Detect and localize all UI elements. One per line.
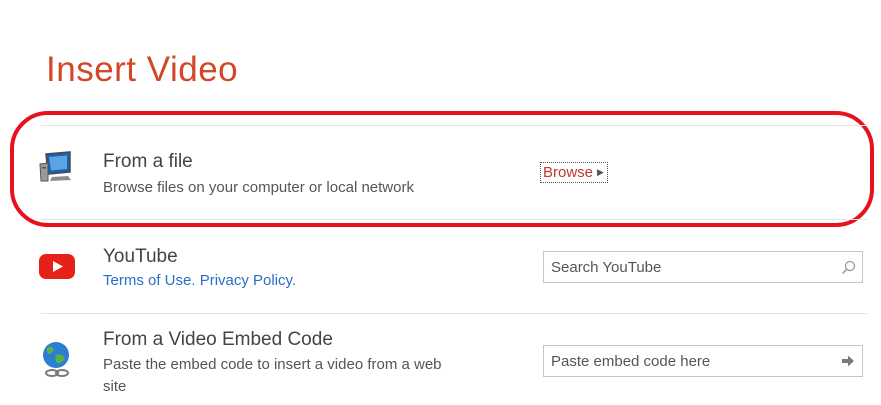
youtube-play-icon xyxy=(39,254,75,279)
insert-embed-button[interactable] xyxy=(834,346,862,376)
chevron-right-icon: ▶ xyxy=(597,167,604,177)
youtube-search-input[interactable] xyxy=(544,252,834,282)
divider xyxy=(41,125,867,126)
browse-label: Browse xyxy=(543,164,594,181)
embed-description-line2: site xyxy=(103,378,127,395)
terms-of-use-link[interactable]: Terms of Use. xyxy=(103,272,196,289)
embed-description-line1: Paste the embed code to insert a video f… xyxy=(103,356,442,373)
youtube-links: Terms of Use. Privacy Policy. xyxy=(103,272,296,289)
divider xyxy=(41,313,867,314)
from-file-description: Browse files on your computer or local n… xyxy=(103,179,414,196)
youtube-title: YouTube xyxy=(103,246,178,267)
search-icon xyxy=(841,260,855,274)
privacy-policy-link[interactable]: Privacy Policy. xyxy=(200,272,296,289)
browse-button[interactable]: Browse ▶ xyxy=(540,162,608,183)
from-file-title: From a file xyxy=(103,151,193,172)
embed-code-input[interactable] xyxy=(544,346,834,376)
dialog-title: Insert Video xyxy=(46,50,239,89)
embed-code-field[interactable] xyxy=(543,345,863,377)
divider xyxy=(41,219,867,220)
embed-title: From a Video Embed Code xyxy=(103,329,333,350)
search-button[interactable] xyxy=(834,252,862,282)
arrow-right-icon xyxy=(842,355,854,367)
computer-monitor-icon xyxy=(39,151,71,182)
youtube-search-field[interactable] xyxy=(543,251,863,283)
globe-link-icon xyxy=(43,342,69,377)
